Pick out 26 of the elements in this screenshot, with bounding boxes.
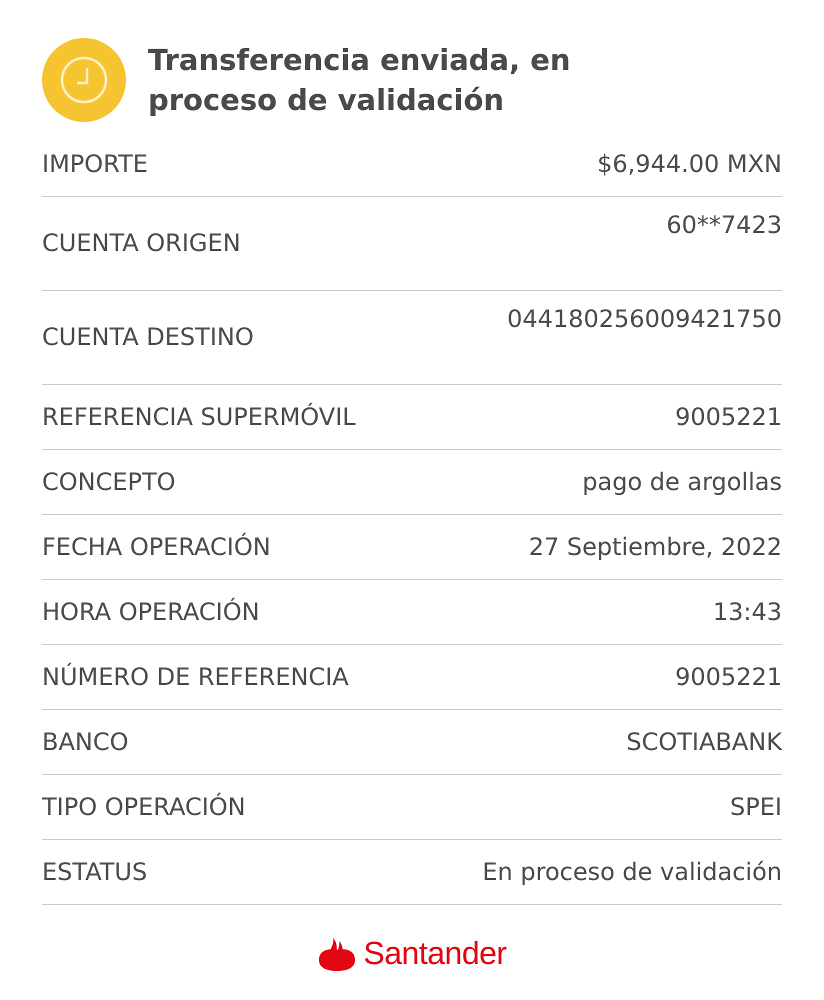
detail-value: 044180256009421750 <box>507 305 782 333</box>
detail-label: CUENTA ORIGEN <box>42 229 241 257</box>
detail-label: CONCEPTO <box>42 468 176 496</box>
detail-label: NÚMERO DE REFERENCIA <box>42 663 349 691</box>
status-title: Transferencia enviada, en proceso de validación <box>148 42 572 119</box>
detail-label: REFERENCIA SUPERMÓVIL <box>42 403 356 431</box>
detail-label: IMPORTE <box>42 150 148 178</box>
detail-value: 27 Septiembre, 2022 <box>528 533 782 561</box>
flame-logo-icon <box>317 936 358 972</box>
detail-value: pago de argollas <box>582 468 782 496</box>
detail-label: BANCO <box>42 728 128 756</box>
detail-value: 9005221 <box>675 663 782 691</box>
detail-value: En proceso de validación <box>482 858 782 886</box>
detail-value: 13:43 <box>712 598 782 626</box>
detail-value: SCOTIABANK <box>626 728 782 756</box>
detail-value: 60**7423 <box>666 211 782 239</box>
detail-value: 9005221 <box>675 403 782 431</box>
detail-label: FECHA OPERACIÓN <box>42 533 271 561</box>
clock-icon <box>42 38 126 122</box>
detail-value: $6,944.00 MXN <box>597 150 782 178</box>
detail-value: SPEI <box>730 793 782 821</box>
detail-label: TIPO OPERACIÓN <box>42 793 246 821</box>
detail-label: HORA OPERACIÓN <box>42 598 260 626</box>
detail-label: ESTATUS <box>42 858 148 886</box>
detail-label: CUENTA DESTINO <box>42 323 254 351</box>
brand-name: Santander <box>363 935 507 972</box>
